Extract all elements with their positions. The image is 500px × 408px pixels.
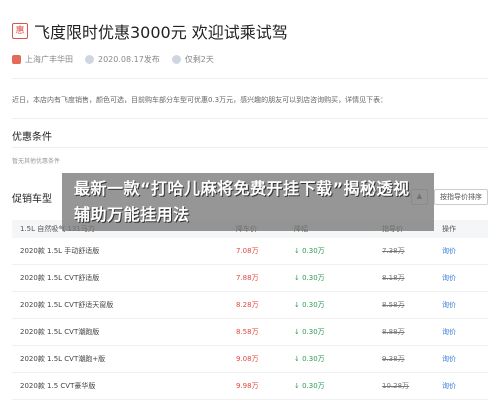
deal-price: 7.88万: [236, 274, 259, 282]
page-title: 飞度限时优惠3000元 欢迎试乘试驾: [34, 23, 288, 42]
conditions-title: 优惠条件: [12, 132, 52, 143]
msrp: 8.58万: [382, 301, 405, 309]
article-header: 惠 飞度限时优惠3000元 欢迎试乘试驾 上海广丰华田 2020.08.17发布…: [12, 20, 488, 66]
price-drop: ↓ 0.30万: [294, 274, 325, 282]
price-drop: ↓ 0.30万: [294, 328, 325, 336]
price-table: 1.5L 自然吸气 131马力 降车价 降幅 指导价 操作 2020款 1.5L…: [12, 220, 488, 400]
msrp: 8.88万: [382, 328, 405, 336]
model-name: 2020款 1.5L CVT潮跑+版: [20, 355, 106, 363]
meta-row: 上海广丰华田 2020.08.17发布 仅剩2天: [12, 52, 488, 66]
inquiry-link[interactable]: 询价: [442, 273, 488, 283]
divider: [12, 147, 488, 148]
dealer-link[interactable]: 上海广丰华田: [12, 54, 73, 65]
table-row: 2020款 1.5L CVT潮跑版 8.58万 ↓ 0.30万 8.88万 询价: [12, 319, 488, 346]
table-row: 2020款 1.5L CVT舒适版 7.88万 ↓ 0.30万 8.18万 询价: [12, 265, 488, 292]
msrp: 9.38万: [382, 355, 405, 363]
msrp: 7.38万: [382, 247, 405, 255]
msrp: 8.18万: [382, 274, 405, 282]
divider: [12, 118, 488, 119]
price-drop: ↓ 0.30万: [294, 355, 325, 363]
model-name: 2020款 1.5L CVT潮跑版: [20, 328, 100, 336]
table-row: 2020款 1.5L 手动舒适版 7.08万 ↓ 0.30万 7.38万 询价: [12, 238, 488, 265]
msrp: 10.28万: [382, 382, 410, 390]
conditions-note: 暂无其他优惠条件: [12, 158, 61, 165]
deal-price: 7.08万: [236, 247, 259, 255]
inquiry-link[interactable]: 询价: [442, 327, 488, 337]
publish-date-text: 2020.08.17发布: [98, 54, 160, 64]
deal-price: 8.58万: [236, 328, 259, 336]
days-left: 仅剩2天: [171, 54, 214, 65]
price-drop: ↓ 0.30万: [294, 382, 325, 390]
deal-price: 9.08万: [236, 355, 259, 363]
price-drop: ↓ 0.30万: [294, 301, 325, 309]
clock-icon: [171, 54, 181, 64]
divider: [12, 78, 488, 79]
price-drop: ↓ 0.30万: [294, 247, 325, 255]
inquiry-link[interactable]: 询价: [442, 300, 488, 310]
table-row: 2020款 1.5 CVT豪华版 9.98万 ↓ 0.30万 10.28万 询价: [12, 373, 488, 400]
article-body: 近日，本店内有飞度销售，颜色可选，目前购车部分车型可优惠0.3万元，感兴趣的朋友…: [12, 96, 388, 104]
title-row: 惠 飞度限时优惠3000元 欢迎试乘试驾: [12, 20, 488, 42]
dealer-name: 上海广丰华田: [25, 54, 73, 64]
deal-price: 8.28万: [236, 301, 259, 309]
promo-title: 促销车型: [12, 193, 52, 205]
dealer-icon: [12, 54, 21, 64]
model-name: 2020款 1.5L 手动舒适版: [20, 247, 100, 255]
header-op: 操作: [442, 225, 456, 233]
page: 惠 飞度限时优惠3000元 欢迎试乘试驾 上海广丰华田 2020.08.17发布…: [0, 0, 500, 408]
deal-price: 9.98万: [236, 382, 259, 390]
model-name: 2020款 1.5 CVT豪华版: [20, 382, 96, 390]
table-row: 2020款 1.5L CVT舒适天窗版 8.28万 ↓ 0.30万 8.58万 …: [12, 292, 488, 319]
calendar-icon: [85, 54, 94, 64]
days-left-text: 仅剩2天: [184, 54, 214, 64]
inquiry-link[interactable]: 询价: [442, 381, 488, 391]
overlay-headline: 最新一款“打哈儿麻将免费开挂下载”揭秘透视辅助万能挂用法: [74, 179, 410, 224]
inquiry-link[interactable]: 询价: [442, 354, 488, 364]
publish-date: 2020.08.17发布: [85, 54, 160, 65]
sort-by-msrp-button[interactable]: 按指导价排序: [434, 189, 488, 205]
discount-tag-icon: 惠: [12, 23, 28, 39]
inquiry-link[interactable]: 询价: [442, 246, 488, 256]
table-row: 2020款 1.5L CVT潮跑+版 9.08万 ↓ 0.30万 9.38万 询…: [12, 346, 488, 373]
model-name: 2020款 1.5L CVT舒适天窗版: [20, 301, 114, 309]
model-name: 2020款 1.5L CVT舒适版: [20, 274, 100, 282]
